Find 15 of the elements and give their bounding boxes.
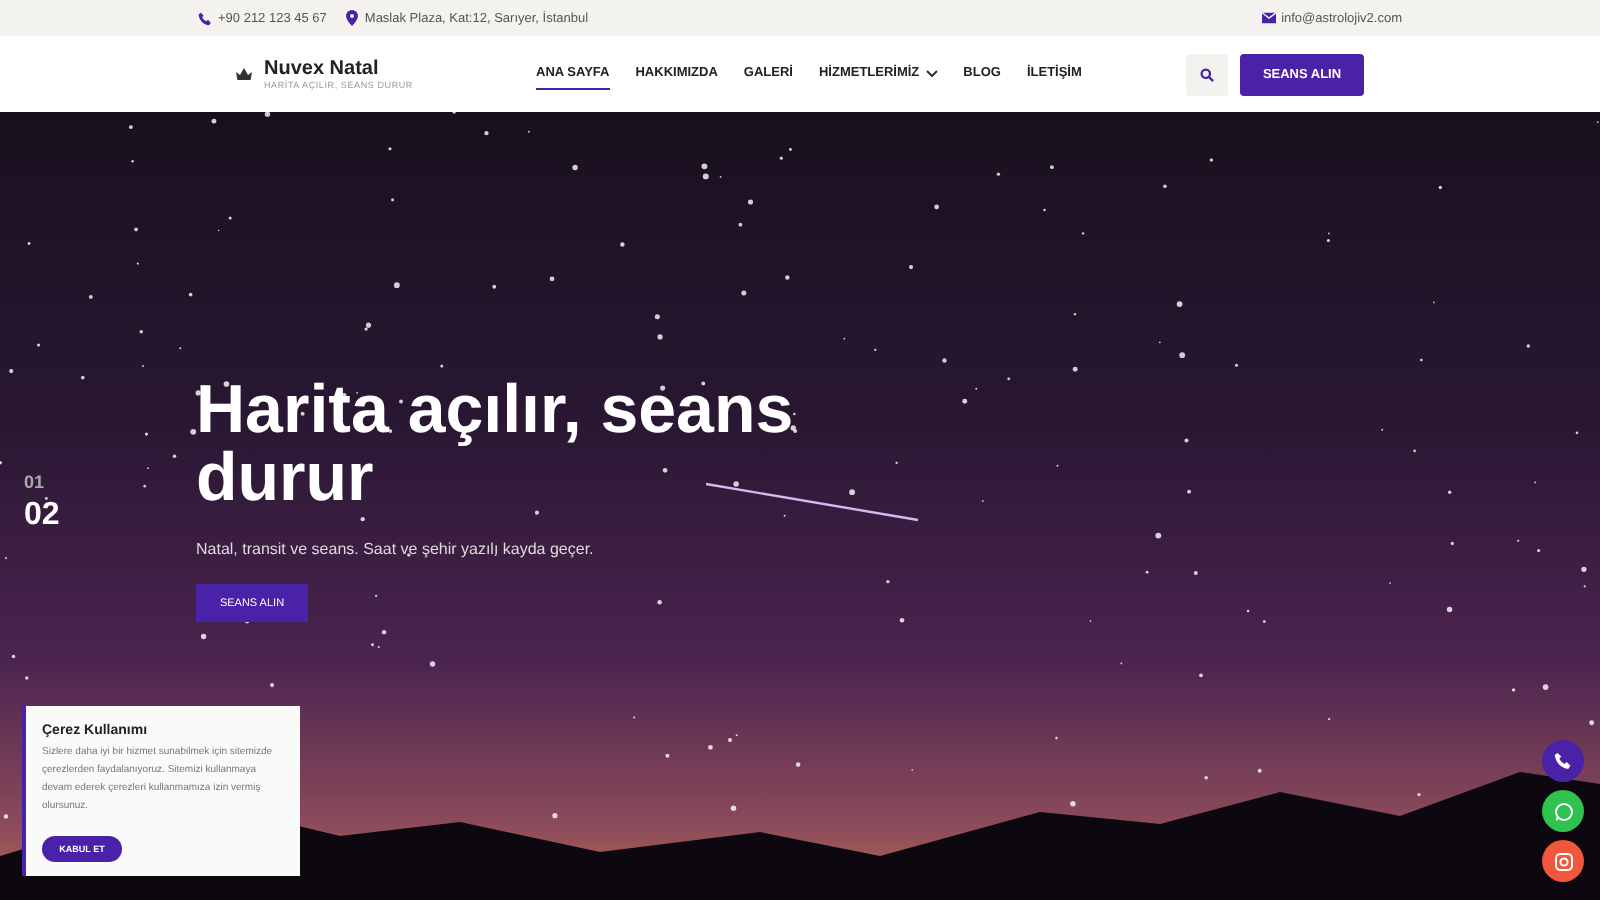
hero-subtitle: Natal, transit ve seans. Saat ve şehir yazılı kayda geçer. xyxy=(196,540,594,558)
chat-bubble-icon xyxy=(1553,801,1573,821)
phone-icon xyxy=(198,11,212,25)
phone-button[interactable] xyxy=(1542,740,1584,782)
slide-number[interactable]: 02 xyxy=(24,498,60,534)
search-button[interactable] xyxy=(1186,53,1228,95)
envelope-icon xyxy=(1261,12,1276,24)
crown-icon xyxy=(236,67,252,81)
location-pin-icon xyxy=(346,10,359,26)
camera-icon xyxy=(1553,851,1573,871)
search-icon xyxy=(1200,67,1214,81)
slide-number[interactable]: 01 xyxy=(24,472,60,492)
hero-heading: Harita açılır, seans durur xyxy=(196,376,796,512)
phone-icon xyxy=(1554,752,1572,770)
logo-title[interactable]: Nuvex Natal xyxy=(264,58,413,80)
